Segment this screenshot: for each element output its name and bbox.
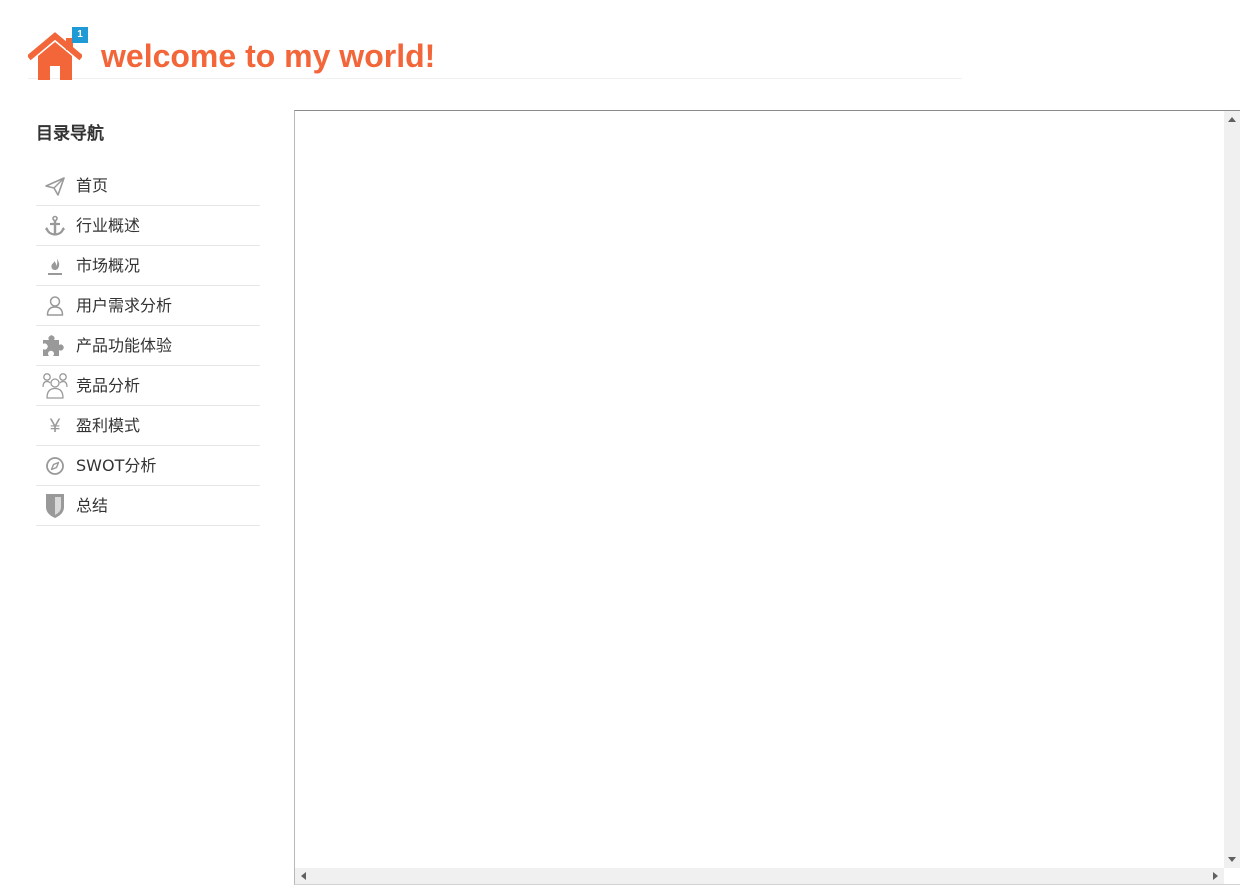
sidebar-item-competitor-analysis[interactable]: 竞品分析 [36,366,260,406]
scroll-right-icon[interactable] [1213,872,1218,880]
sidebar-item-industry-overview[interactable]: 行业概述 [36,206,260,246]
sidebar-item-label: 用户需求分析 [76,296,173,315]
sidebar-nav: 目录导航 首页 行业概述 市场概况 用户需求分析 产品功能体验 竞品分析 ¥ 盈… [36,120,260,526]
sidebar-item-summary[interactable]: 总结 [36,486,260,526]
sidebar-item-label: SWOT分析 [76,456,157,475]
site-title: welcome to my world! [101,38,436,74]
sidebar-item-label: 市场概况 [76,256,141,275]
scrollbar-corner [1224,868,1240,884]
sidebar-item-label: 产品功能体验 [76,336,173,355]
sidebar-item-label: 首页 [76,176,109,195]
scroll-left-icon[interactable] [301,872,306,880]
sidebar-item-swot-analysis[interactable]: SWOT分析 [36,446,260,486]
sidebar-item-profit-model[interactable]: ¥ 盈利模式 [36,406,260,446]
compass-icon [42,453,68,479]
page-header: 1 welcome to my world! [28,26,962,80]
yen-icon: ¥ [49,415,61,437]
sidebar-item-product-experience[interactable]: 产品功能体验 [36,326,260,366]
sidebar-item-label: 竞品分析 [76,376,141,395]
fire-icon [42,253,68,279]
sidebar-item-market-overview[interactable]: 市场概况 [36,246,260,286]
scroll-down-icon[interactable] [1228,857,1236,862]
user-icon [42,293,68,319]
nav-heading: 目录导航 [36,124,104,144]
notification-badge: 1 [72,27,88,43]
paper-plane-icon [42,173,68,199]
sidebar-item-label: 盈利模式 [76,416,141,435]
shield-icon [42,493,68,519]
sidebar-item-home[interactable]: 首页 [36,166,260,206]
anchor-icon [42,213,68,239]
users-icon [42,373,68,399]
horizontal-scrollbar[interactable] [295,868,1224,884]
nav-list: 首页 行业概述 市场概况 用户需求分析 产品功能体验 竞品分析 ¥ 盈利模式 S… [36,166,260,526]
content-frame[interactable] [294,110,1240,885]
scroll-up-icon[interactable] [1228,117,1236,122]
sidebar-item-label: 总结 [76,496,109,515]
puzzle-icon [42,333,68,359]
sidebar-item-user-needs[interactable]: 用户需求分析 [36,286,260,326]
vertical-scrollbar[interactable] [1224,111,1240,868]
sidebar-item-label: 行业概述 [76,216,141,235]
